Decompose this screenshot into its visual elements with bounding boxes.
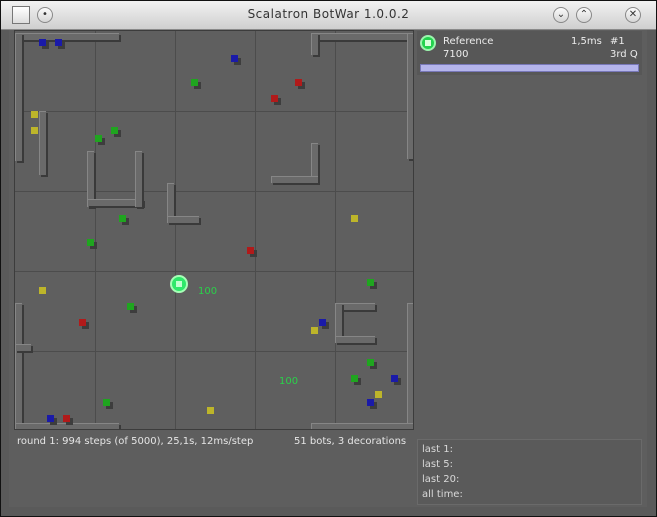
mini-bot xyxy=(367,359,374,366)
bot-count-status: 51 bots, 3 decorations xyxy=(294,436,407,447)
wall xyxy=(407,303,413,429)
bot-rank: #1 xyxy=(610,36,625,47)
wall xyxy=(15,33,119,40)
grid-line xyxy=(95,31,96,429)
fluppet xyxy=(39,39,46,46)
mini-bot xyxy=(367,279,374,286)
grid-line xyxy=(15,191,413,192)
wall xyxy=(311,33,411,40)
stat-last-20: last 20: xyxy=(422,474,460,485)
grid-line xyxy=(15,111,413,112)
sidebar: Reference 7100 1,5ms #1 3rd Q last 1: la… xyxy=(415,30,645,506)
scoreboard-row[interactable]: Reference 7100 1,5ms #1 3rd Q xyxy=(417,31,642,75)
stat-all-time: all time: xyxy=(422,489,463,500)
minimize-button[interactable]: ⌄ xyxy=(553,7,569,23)
food xyxy=(207,407,214,414)
game-arena[interactable]: 100 100 xyxy=(14,30,414,430)
wall xyxy=(15,303,22,429)
bot-icon xyxy=(420,35,436,51)
bot-time: 1,5ms xyxy=(571,36,602,47)
wall xyxy=(271,176,318,183)
enemy-bot xyxy=(295,79,302,86)
stat-last-5: last 5: xyxy=(422,459,453,470)
fluppet xyxy=(367,399,374,406)
score-bar xyxy=(420,64,639,72)
mini-bot xyxy=(127,303,134,310)
mini-bot xyxy=(95,135,102,142)
wall xyxy=(407,33,413,159)
close-icon: ✕ xyxy=(628,9,638,20)
wall xyxy=(167,216,199,223)
fluppet xyxy=(47,415,54,422)
bot-name: Reference xyxy=(443,36,494,47)
round-status: round 1: 994 steps (of 5000), 25,1s, 12m… xyxy=(17,436,254,447)
scoreboard-empty-area xyxy=(417,78,642,438)
food xyxy=(311,327,318,334)
food xyxy=(31,111,38,118)
mini-bot xyxy=(103,399,110,406)
master-bot[interactable] xyxy=(170,275,188,293)
mini-bot xyxy=(87,239,94,246)
wall xyxy=(15,33,22,161)
chevron-down-icon: ⌄ xyxy=(556,9,566,20)
close-button[interactable]: ✕ xyxy=(625,7,641,23)
mini-bot xyxy=(351,375,358,382)
mini-bot xyxy=(111,127,118,134)
grid-line xyxy=(255,31,256,429)
stat-last-1: last 1: xyxy=(422,444,453,455)
food xyxy=(31,127,38,134)
client-area: 100 100 round 1: 994 steps (of 5000), 25… xyxy=(9,30,647,507)
wall xyxy=(335,336,375,343)
wall xyxy=(15,423,119,429)
food xyxy=(39,287,46,294)
fluppet xyxy=(319,319,326,326)
enemy-bot xyxy=(63,415,70,422)
energy-label: 100 xyxy=(279,376,299,387)
mini-bot xyxy=(191,79,198,86)
enemy-bot xyxy=(247,247,254,254)
grid-line xyxy=(175,31,176,429)
maximize-button[interactable]: ⌃ xyxy=(576,7,592,23)
app-window: • Scalatron BotWar 1.0.0.2 ⌄ ⌃ ✕ 100 100… xyxy=(0,0,657,517)
stats-panel: last 1: last 5: last 20: all time: xyxy=(417,439,642,505)
master-energy-label: 100 xyxy=(198,286,218,297)
enemy-bot xyxy=(79,319,86,326)
wall xyxy=(39,111,46,175)
enemy-bot xyxy=(271,95,278,102)
mini-bot xyxy=(119,215,126,222)
grid-line xyxy=(335,31,336,429)
fluppet xyxy=(231,55,238,62)
chevron-up-icon: ⌃ xyxy=(579,9,589,20)
wall xyxy=(135,151,142,207)
wall xyxy=(311,33,318,55)
wall xyxy=(311,423,413,429)
title-bar[interactable]: • Scalatron BotWar 1.0.0.2 ⌄ ⌃ ✕ xyxy=(1,1,656,30)
fluppet xyxy=(391,375,398,382)
fluppet xyxy=(55,39,62,46)
bot-score: 7100 xyxy=(443,49,469,60)
bot-quartile: 3rd Q xyxy=(610,49,638,60)
wall xyxy=(15,344,31,351)
food xyxy=(351,215,358,222)
grid-line xyxy=(15,271,413,272)
grid-line xyxy=(15,351,413,352)
food xyxy=(375,391,382,398)
